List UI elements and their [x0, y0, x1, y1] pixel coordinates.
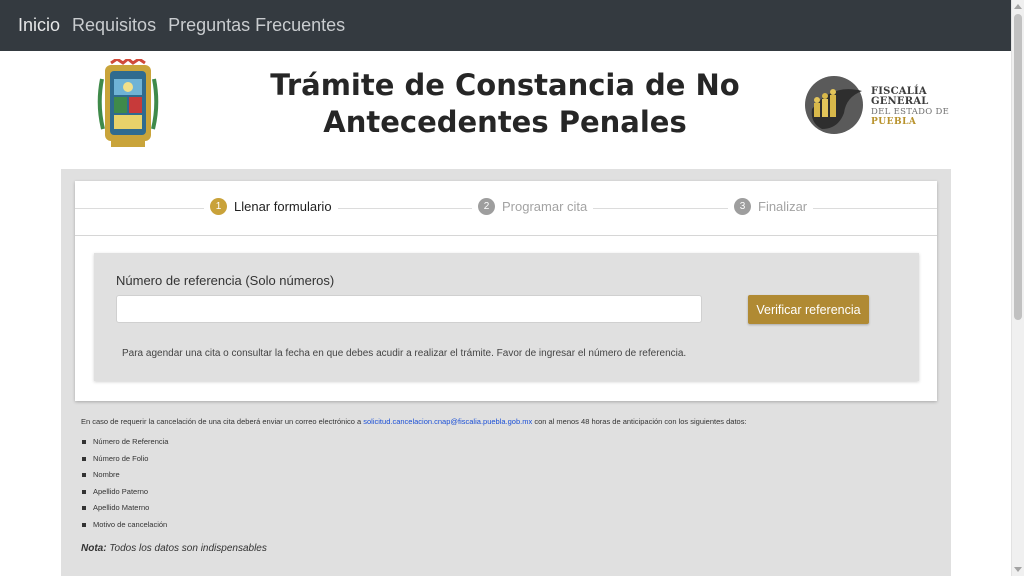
fiscalia-logo-line-3: PUEBLA	[871, 117, 917, 127]
step-2: 2 Programar cita	[472, 198, 594, 215]
top-navbar: Inicio Requisitos Preguntas Frecuentes	[0, 0, 1011, 51]
step-3-label: Finalizar	[758, 199, 808, 214]
reference-number-input[interactable]	[116, 295, 702, 323]
cancellation-text-before: En caso de requerir la cancelación de un…	[81, 417, 362, 426]
stepper-card: 1 Llenar formulario 2 Programar cita 3 F…	[75, 181, 937, 401]
fiscalia-logo-line-1: FISCALÍA GENERAL	[871, 86, 929, 107]
note-label: Nota:	[81, 543, 107, 554]
scrollbar-thumb[interactable]	[1014, 14, 1022, 320]
page: Inicio Requisitos Preguntas Frecuentes T…	[0, 0, 1011, 576]
reference-form: Número de referencia (Solo números) Veri…	[94, 253, 919, 381]
step-3: 3 Finalizar	[728, 198, 814, 215]
fiscalia-logo-line-2: DEL ESTADO DE	[871, 107, 950, 117]
scroll-down-arrow-icon[interactable]	[1014, 567, 1022, 572]
reference-number-label: Número de referencia (Solo números)	[116, 273, 335, 288]
nav-link-requisitos[interactable]: Requisitos	[72, 15, 156, 36]
page-title-line-2: Antecedentes Penales	[323, 105, 687, 139]
note-text: Todos los datos son indispensables	[109, 543, 267, 554]
fiscalia-logo-text: FISCALÍA GENERAL DEL ESTADO DE PUEBLA	[871, 86, 972, 128]
puebla-state-seal-logo	[97, 59, 159, 147]
fiscalia-logo: FISCALÍA GENERAL DEL ESTADO DE PUEBLA	[802, 73, 972, 135]
cancellation-instructions: En caso de requerir la cancelación de un…	[81, 417, 941, 426]
list-item: Apellido Materno	[81, 503, 168, 520]
browser-viewport: Inicio Requisitos Preguntas Frecuentes T…	[0, 0, 1024, 576]
verify-reference-button[interactable]: Verificar referencia	[748, 295, 869, 324]
nav-link-inicio[interactable]: Inicio	[18, 15, 60, 36]
step-2-number-badge: 2	[478, 198, 495, 215]
cancellation-required-data-list: Número de Referencia Número de Folio Nom…	[81, 437, 168, 537]
cancellation-text-after: con al menos 48 horas de anticipación co…	[534, 417, 747, 426]
stepper: 1 Llenar formulario 2 Programar cita 3 F…	[75, 181, 937, 236]
list-item: Apellido Paterno	[81, 487, 168, 504]
vertical-scrollbar[interactable]	[1011, 0, 1024, 576]
page-header: Trámite de Constancia de No Antecedentes…	[0, 51, 1011, 169]
step-1-label: Llenar formulario	[234, 199, 332, 214]
step-2-label: Programar cita	[502, 199, 588, 214]
list-item: Número de Folio	[81, 454, 168, 471]
list-item: Número de Referencia	[81, 437, 168, 454]
list-item: Nombre	[81, 470, 168, 487]
reference-help-text: Para agendar una cita o consultar la fec…	[122, 348, 687, 359]
cancellation-email-link[interactable]: solicitud.cancelacion.cnap@fiscalia.pueb…	[363, 417, 532, 426]
list-item: Motivo de cancelación	[81, 520, 168, 537]
note: Nota: Todos los datos son indispensables	[81, 543, 267, 554]
nav-link-preguntas-frecuentes[interactable]: Preguntas Frecuentes	[168, 15, 345, 36]
scroll-up-arrow-icon[interactable]	[1014, 4, 1022, 9]
step-1: 1 Llenar formulario	[204, 198, 338, 215]
step-3-number-badge: 3	[734, 198, 751, 215]
page-title-line-1: Trámite de Constancia de No	[270, 68, 740, 102]
main-content: 1 Llenar formulario 2 Programar cita 3 F…	[61, 169, 951, 576]
page-title: Trámite de Constancia de No Antecedentes…	[270, 67, 740, 141]
step-1-number-badge: 1	[210, 198, 227, 215]
fiscalia-eagle-emblem-icon	[805, 76, 863, 134]
